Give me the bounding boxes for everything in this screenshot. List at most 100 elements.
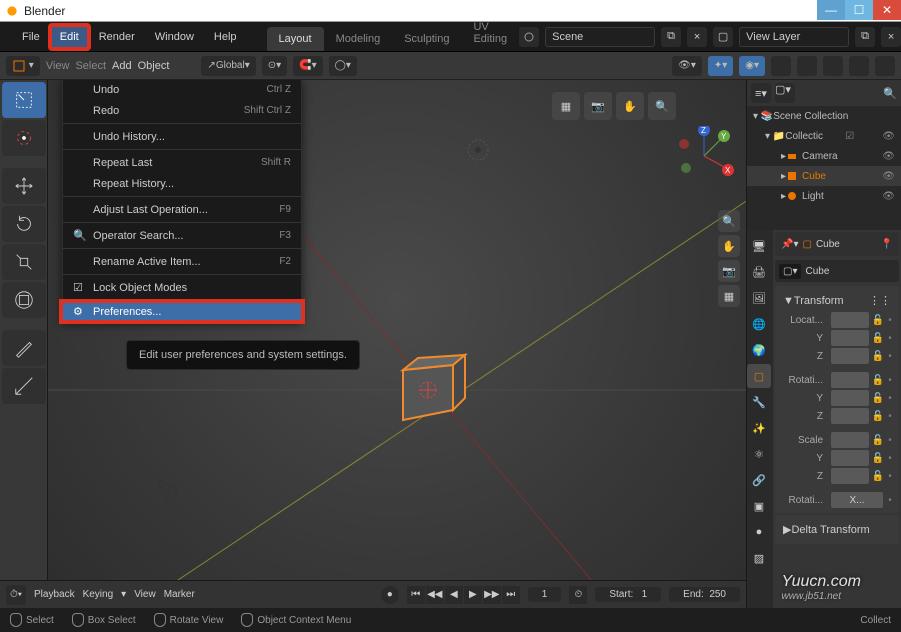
video-icon[interactable]: 📷	[584, 92, 612, 120]
play-reverse-button[interactable]: ◀	[445, 586, 463, 604]
hand-icon[interactable]: ✋	[718, 235, 740, 257]
timeline-playback[interactable]: Playback	[34, 589, 75, 600]
shading-matprev[interactable]	[849, 56, 869, 76]
visibility-dropdown[interactable]: 👁▾	[672, 56, 702, 76]
shading-rendered[interactable]	[875, 56, 895, 76]
menu-lock-modes[interactable]: ☑Lock Object Modes	[63, 277, 301, 298]
location-x-field[interactable]	[831, 312, 869, 328]
tool-annotate[interactable]	[2, 330, 46, 366]
3d-viewport[interactable]: www.jb51.net UndoCtrl Z RedoShift Ctrl Z…	[48, 80, 746, 632]
tab-modeling[interactable]: Modeling	[324, 27, 393, 51]
eye-icon[interactable]: 👁	[882, 151, 895, 162]
menu-undo[interactable]: UndoCtrl Z	[63, 80, 301, 100]
menu-adjust-last[interactable]: Adjust Last Operation...F9	[63, 199, 301, 220]
zoom-icon[interactable]: 🔍	[648, 92, 676, 120]
pin-icon[interactable]: 📌▾	[781, 239, 798, 250]
tool-cursor[interactable]	[2, 120, 46, 156]
eye-icon[interactable]: 👁	[882, 191, 895, 202]
lock-icon[interactable]: 🔓	[871, 351, 885, 362]
lock-icon[interactable]: 🔓	[871, 375, 885, 386]
window-maximize-button[interactable]: ☐	[845, 0, 873, 20]
autokey-toggle[interactable]: ●	[381, 586, 399, 604]
tool-move[interactable]	[2, 168, 46, 204]
pan-icon[interactable]: ✋	[616, 92, 644, 120]
jump-end-button[interactable]: ⏭	[502, 586, 520, 604]
scene-name-field[interactable]: Scene	[545, 27, 655, 47]
menu-help[interactable]: Help	[204, 25, 247, 49]
menu-redo[interactable]: RedoShift Ctrl Z	[63, 100, 301, 121]
lock-icon[interactable]: 🔓	[871, 315, 885, 326]
scene-delete-icon[interactable]: ×	[687, 27, 707, 47]
mode-selector[interactable]: ▾	[6, 56, 40, 76]
timeline-view[interactable]: View	[134, 589, 156, 600]
eye-icon[interactable]: 👁	[882, 131, 895, 142]
pivot-dropdown[interactable]: ⊙▾	[262, 56, 287, 76]
proptab-texture[interactable]: ▨	[747, 546, 771, 570]
layer-delete-icon[interactable]: ×	[881, 27, 901, 47]
tool-rotate[interactable]	[2, 206, 46, 242]
tool-measure[interactable]	[2, 368, 46, 404]
outliner-collection[interactable]: ▾ 📁 Collectic ☑ 👁	[747, 126, 901, 146]
shading-solid[interactable]	[823, 56, 843, 76]
menu-operator-search[interactable]: 🔍Operator Search...F3	[63, 225, 301, 246]
rotation-y-field[interactable]	[831, 390, 869, 406]
tab-uvediting[interactable]: UV Editing	[461, 15, 519, 51]
menu-repeat-history[interactable]: Repeat History...	[63, 173, 301, 194]
header-view[interactable]: View	[46, 60, 70, 72]
outliner-search-icon[interactable]: 🔍	[883, 87, 897, 100]
cube-object[interactable]	[383, 350, 463, 430]
outliner-camera[interactable]: ▸ Camera👁	[747, 146, 901, 166]
camera-view-icon[interactable]: ▦	[552, 92, 580, 120]
xray-toggle[interactable]	[771, 56, 791, 76]
tool-transform[interactable]	[2, 282, 46, 318]
range-toggle[interactable]: ⏲	[569, 586, 587, 604]
outliner-display-icon[interactable]: ▢▾	[775, 83, 795, 103]
window-close-button[interactable]: ✕	[873, 0, 901, 20]
viewlayer-field[interactable]: View Layer	[739, 27, 849, 47]
header-object[interactable]: Object	[138, 60, 170, 72]
rotation-z-field[interactable]	[831, 408, 869, 424]
gizmo-toggle[interactable]: ✦▾	[708, 56, 733, 76]
lock-icon[interactable]: 🔓	[871, 333, 885, 344]
scale-y-field[interactable]	[831, 450, 869, 466]
outliner-mode-icon[interactable]: ≡▾	[751, 83, 771, 103]
scale-z-field[interactable]	[831, 468, 869, 484]
proptab-modifiers[interactable]: 🔧	[747, 390, 771, 414]
tool-scale[interactable]	[2, 244, 46, 280]
proptab-mesh[interactable]: ▣	[747, 494, 771, 518]
play-button[interactable]: ▶	[464, 586, 482, 604]
orientation-dropdown[interactable]: ↗ Global ▾	[201, 56, 255, 76]
delta-transform-header[interactable]: ▶ Delta Transform	[779, 519, 895, 540]
checkbox-icon[interactable]: ☑	[845, 131, 854, 142]
proptab-render[interactable]: 🖥	[747, 234, 771, 258]
shading-wireframe[interactable]	[797, 56, 817, 76]
location-y-field[interactable]	[831, 330, 869, 346]
proptab-material[interactable]: ●	[747, 520, 771, 544]
eye-icon[interactable]: 👁	[882, 171, 895, 182]
end-frame-field[interactable]: End: 250	[669, 587, 740, 602]
overlay-toggle[interactable]: ◉▾	[739, 56, 765, 76]
timeline-marker[interactable]: Marker	[164, 589, 195, 600]
scene-copy-icon[interactable]: ⧉	[661, 27, 681, 47]
menu-render[interactable]: Render	[89, 25, 145, 49]
rotmode-field[interactable]: X...	[831, 492, 883, 508]
menu-window[interactable]: Window	[145, 25, 204, 49]
proptab-physics[interactable]: ⚛	[747, 442, 771, 466]
prev-key-button[interactable]: ◀◀	[426, 586, 444, 604]
pin-icon2[interactable]: 📍	[881, 239, 893, 250]
transform-panel-header[interactable]: ▼ Transform⋮⋮	[779, 290, 895, 311]
zoom-icon2[interactable]: 🔍	[718, 210, 740, 232]
perspective-icon[interactable]: ▦	[718, 285, 740, 307]
start-frame-field[interactable]: Start: 1	[595, 587, 661, 602]
timeline-keying[interactable]: Keying	[83, 589, 114, 600]
menu-edit[interactable]: Edit	[50, 25, 89, 49]
camera-icon2[interactable]: 📷	[718, 260, 740, 282]
tab-sculpting[interactable]: Sculpting	[392, 27, 461, 51]
menu-preferences[interactable]: ⚙Preferences...	[61, 301, 303, 322]
location-z-field[interactable]	[831, 348, 869, 364]
object-datablock[interactable]: ▢▾ Cube	[775, 260, 899, 282]
proptab-constraints[interactable]: 🔗	[747, 468, 771, 492]
proptab-world[interactable]: 🌍	[747, 338, 771, 362]
rotation-x-field[interactable]	[831, 372, 869, 388]
header-select[interactable]: Select	[75, 60, 106, 72]
